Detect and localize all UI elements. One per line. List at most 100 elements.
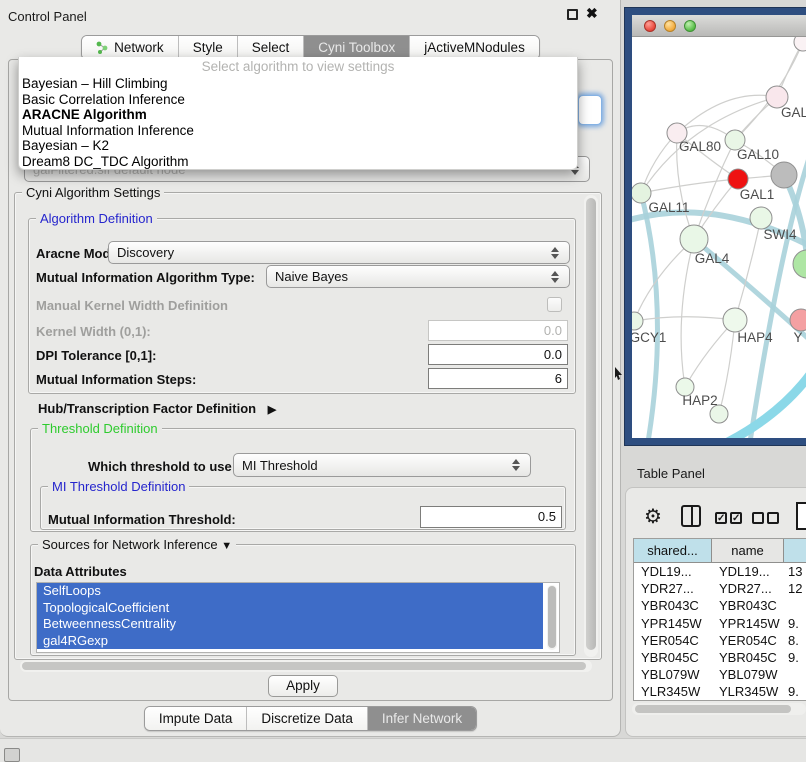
hub-definition-label[interactable]: Hub/Transcription Factor Definition ▶ <box>38 401 276 416</box>
settings-horizontal-scrollbar[interactable] <box>20 660 592 672</box>
scrollbar-thumb[interactable] <box>635 705 791 713</box>
table-row[interactable]: YBR043CYBR043C <box>634 597 806 614</box>
table-row[interactable]: YIL052CYIL052C9 <box>634 701 806 702</box>
deselect-all-checkbox-icon[interactable] <box>752 512 764 524</box>
dropdown-item[interactable]: Dream8 DC_TDC Algorithm <box>19 154 577 170</box>
gear-icon[interactable]: ⚙ <box>644 504 662 529</box>
table-cell: 13 <box>784 563 806 580</box>
scrollbar-thumb[interactable] <box>22 662 586 670</box>
document-icon[interactable] <box>796 502 806 530</box>
dropdown-item[interactable]: Bayesian – Hill Climbing <box>19 76 577 92</box>
dropdown-item[interactable]: Mutual Information Inference <box>19 123 577 139</box>
minimize-traffic-light-icon[interactable] <box>664 20 676 32</box>
tab-style[interactable]: Style <box>178 36 237 59</box>
which-threshold-combobox[interactable]: MI Threshold <box>233 453 531 477</box>
table-header-row: shared...name <box>634 539 806 563</box>
dpi-tolerance-field[interactable]: 0.0 <box>428 344 568 365</box>
column-header[interactable]: name <box>712 539 784 563</box>
tab-cyni-toolbox[interactable]: Cyni Toolbox <box>303 36 409 59</box>
column-header[interactable]: shared... <box>634 539 712 563</box>
list-item[interactable]: gal4RGexp <box>37 633 543 650</box>
table-row[interactable]: YDL19...YDL19...13 <box>634 563 806 580</box>
data-attributes-label: Data Attributes <box>34 564 127 579</box>
scrollbar-thumb[interactable] <box>586 198 596 650</box>
network-edge[interactable] <box>681 239 694 387</box>
mi-steps-field[interactable]: 6 <box>428 368 568 389</box>
column-header[interactable] <box>784 539 806 563</box>
network-canvas[interactable]: GALGAL80GAL10GAL1GAL11SWI4GAL4GCY1HAP4YH… <box>632 37 806 438</box>
network-node[interactable] <box>723 308 747 332</box>
table-cell: YDR27... <box>712 580 784 597</box>
network-node[interactable] <box>632 312 643 330</box>
threshold-definition-title: Threshold Definition <box>38 421 162 436</box>
network-node[interactable] <box>680 225 708 253</box>
table-row[interactable]: YDR27...YDR27...12 <box>634 580 806 597</box>
aracne-mode-combobox[interactable]: Discovery <box>108 241 570 264</box>
tab-infer-network[interactable]: Infer Network <box>367 707 476 730</box>
dropdown-item-selected[interactable]: ARACNE Algorithm <box>19 107 577 123</box>
list-item[interactable]: BetweennessCentrality <box>37 616 543 633</box>
table-row[interactable]: YBL079WYBL079W <box>634 666 806 683</box>
scrollbar-thumb[interactable] <box>548 586 556 648</box>
tab-impute-data[interactable]: Impute Data <box>145 707 247 730</box>
columns-icon[interactable] <box>681 505 701 527</box>
node-label: GAL1 <box>740 187 775 202</box>
network-edge[interactable] <box>634 317 735 321</box>
network-node[interactable] <box>790 309 806 331</box>
network-node[interactable] <box>750 207 772 229</box>
table-cell: YBL079W <box>634 666 712 683</box>
network-edge[interactable] <box>735 218 761 320</box>
manual-kernel-width-checkbox[interactable] <box>547 297 562 312</box>
select-all-checkbox-icon[interactable]: ✓ <box>715 512 727 524</box>
list-item[interactable]: TopologicalCoefficient <box>37 600 543 617</box>
tab-network[interactable]: Network <box>82 36 178 59</box>
focused-combobox-fragment[interactable] <box>578 95 602 125</box>
node-label: GAL80 <box>679 139 721 154</box>
network-edge[interactable] <box>677 95 777 133</box>
deselect-all-checkbox-icon[interactable] <box>767 512 779 524</box>
table-horizontal-scrollbar[interactable] <box>632 703 806 715</box>
float-window-icon[interactable] <box>567 9 578 20</box>
settings-vertical-scrollbar[interactable] <box>584 195 598 657</box>
network-node[interactable] <box>794 37 806 51</box>
dropdown-item[interactable]: Bayesian – K2 <box>19 138 577 154</box>
select-all-checkbox-icon[interactable]: ✓ <box>730 512 742 524</box>
table-cell: YBR043C <box>712 597 784 614</box>
table-cell: YDL19... <box>634 563 712 580</box>
list-item[interactable]: SelfLoops <box>37 583 543 600</box>
table-body: YDL19...YDL19...13YDR27...YDR27...12YBR0… <box>634 563 806 701</box>
tab-discretize-data[interactable]: Discretize Data <box>246 707 367 730</box>
dropdown-item[interactable]: Basic Correlation Inference <box>19 92 577 108</box>
network-window-titlebar[interactable] <box>632 15 806 37</box>
expand-arrow-icon[interactable]: ▶ <box>268 404 276 416</box>
network-edge[interactable] <box>641 179 738 193</box>
combo-arrows-icon <box>551 247 561 259</box>
apply-button[interactable]: Apply <box>268 675 338 697</box>
mi-algorithm-type-value: Naive Bayes <box>275 269 348 284</box>
network-edge[interactable] <box>641 193 657 438</box>
network-node[interactable] <box>728 169 748 189</box>
table-row[interactable]: YLR345WYLR345W9. <box>634 683 806 700</box>
network-node[interactable] <box>771 162 797 188</box>
node-table: shared...name YDL19...YDL19...13YDR27...… <box>633 538 806 701</box>
mi-algorithm-type-combobox[interactable]: Naive Bayes <box>266 265 570 288</box>
sources-title[interactable]: Sources for Network Inference ▼ <box>38 537 236 552</box>
table-row[interactable]: YER054CYER054C8. <box>634 632 806 649</box>
table-row[interactable]: YBR045CYBR045C9. <box>634 649 806 666</box>
close-traffic-light-icon[interactable] <box>644 20 656 32</box>
mi-algorithm-type-label: Mutual Information Algorithm Type: <box>36 270 255 285</box>
table-row[interactable]: YPR145WYPR145W9. <box>634 615 806 632</box>
list-vertical-scrollbar[interactable] <box>547 585 557 650</box>
network-edge[interactable] <box>722 369 806 438</box>
table-cell: YLR345W <box>712 683 784 700</box>
tab-jactivemnodules[interactable]: jActiveMNodules <box>409 36 539 59</box>
panel-dock-icon[interactable] <box>4 748 20 762</box>
mi-threshold-field[interactable]: 0.5 <box>420 506 562 528</box>
kernel-width-field[interactable]: 0.0 <box>428 320 568 341</box>
network-edge[interactable] <box>719 320 735 414</box>
tab-select[interactable]: Select <box>237 36 304 59</box>
collapse-arrow-icon[interactable]: ▼ <box>221 540 232 552</box>
close-icon[interactable]: ✖ <box>586 5 598 22</box>
zoom-traffic-light-icon[interactable] <box>684 20 696 32</box>
network-node[interactable] <box>793 250 806 278</box>
